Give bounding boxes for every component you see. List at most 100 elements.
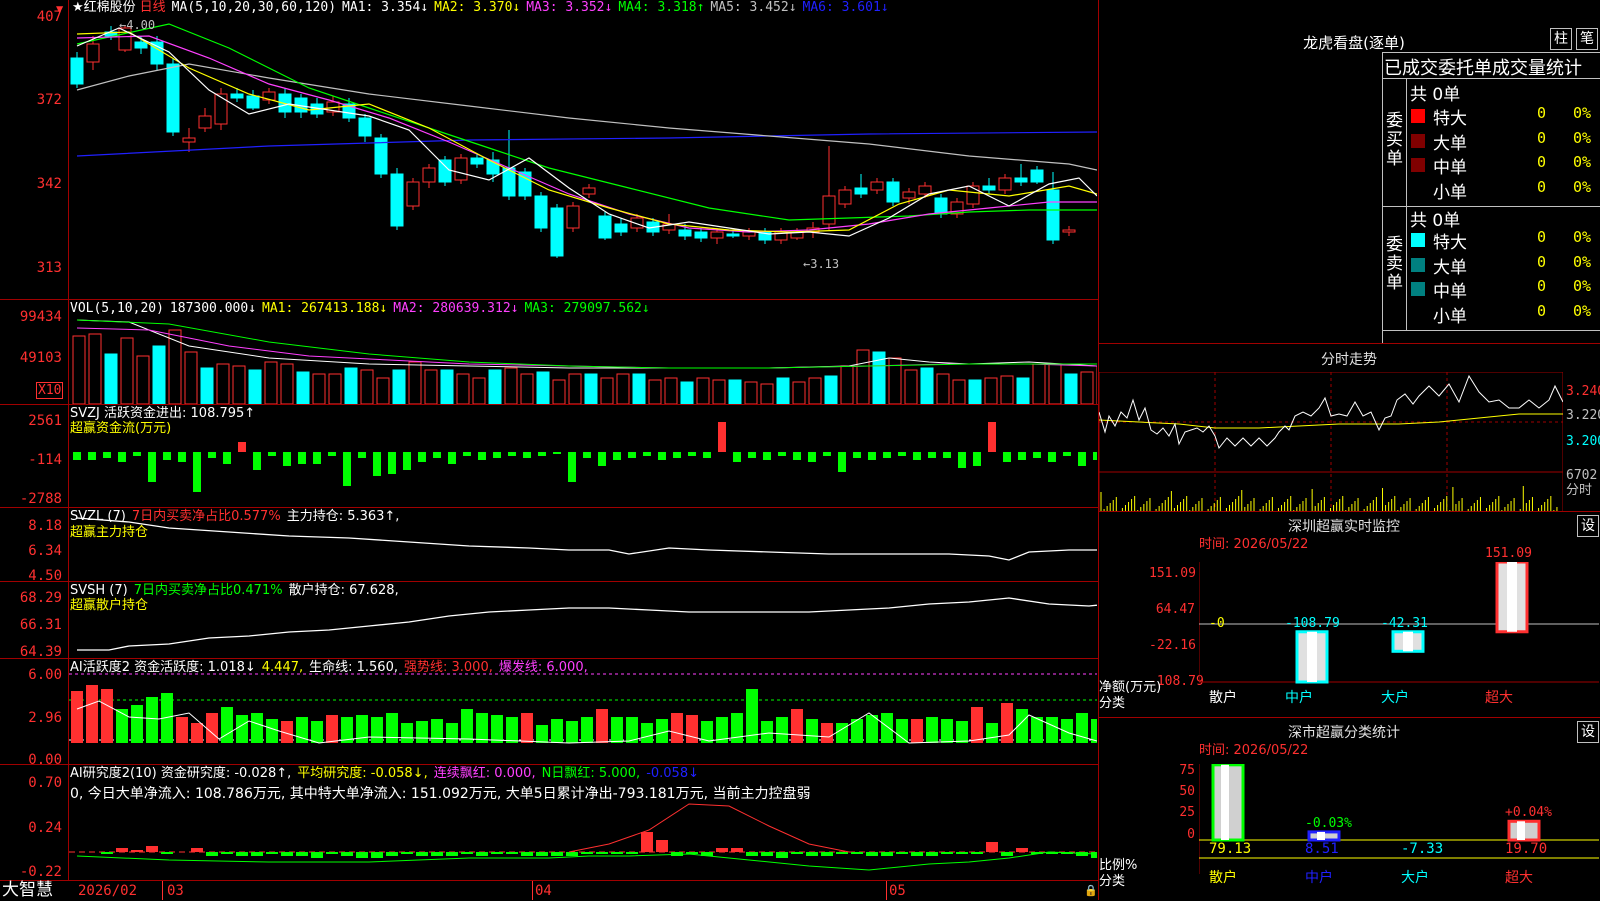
flow-bar bbox=[418, 452, 426, 462]
sell-row-count: 0 bbox=[1537, 277, 1547, 295]
svsh-chart[interactable] bbox=[69, 582, 1097, 658]
activity-bar bbox=[311, 721, 323, 743]
y-tick: 66.31 bbox=[19, 617, 62, 633]
research-bar bbox=[926, 852, 938, 856]
candle-body bbox=[70, 57, 84, 85]
fenshi-title: 分时走势 bbox=[1321, 352, 1377, 368]
monitor-bar-highlight bbox=[1403, 631, 1413, 652]
volume-bar bbox=[584, 373, 598, 404]
sell-row-pct: 0% bbox=[1573, 252, 1592, 271]
volume-bar bbox=[712, 379, 726, 404]
lock-icon[interactable]: 🔒 bbox=[1084, 884, 1098, 897]
volume-bar bbox=[264, 361, 278, 404]
volume-bar bbox=[456, 373, 470, 404]
volume-bar bbox=[840, 365, 854, 404]
column-mode-button[interactable]: 柱 bbox=[1550, 28, 1572, 50]
research-red-line bbox=[568, 803, 850, 853]
monitor-value-label: 151.09 bbox=[1485, 546, 1532, 561]
research-bar bbox=[581, 852, 593, 854]
volume-bar bbox=[808, 377, 822, 404]
candle-body bbox=[454, 157, 468, 181]
research-bar bbox=[221, 852, 233, 854]
activity-bar bbox=[506, 717, 518, 743]
activity-bar bbox=[1001, 703, 1013, 743]
volume-bar bbox=[488, 369, 502, 404]
y-tick: 2.96 bbox=[28, 710, 62, 726]
ai1-chart[interactable] bbox=[69, 659, 1097, 763]
activity-bar bbox=[371, 717, 383, 743]
volume-bar bbox=[216, 363, 230, 404]
research-green-line bbox=[76, 851, 1097, 871]
volume-bar bbox=[968, 379, 982, 404]
y-tick: 313 bbox=[36, 260, 62, 276]
candle-body bbox=[614, 223, 628, 233]
candle-body bbox=[726, 233, 740, 237]
flow-bar bbox=[1018, 452, 1026, 460]
vol-ma1-line bbox=[76, 319, 1097, 369]
volume-bar bbox=[408, 361, 422, 404]
buy-color-icon bbox=[1411, 109, 1425, 123]
ai2-chart[interactable] bbox=[69, 800, 1097, 880]
sell-row-count: 0 bbox=[1537, 252, 1547, 271]
research-bar bbox=[206, 852, 218, 856]
period-label[interactable]: 日线 bbox=[140, 0, 166, 15]
class-top-label: -0.03% bbox=[1305, 815, 1352, 831]
stock-title[interactable]: ★红棉股份 bbox=[72, 0, 136, 15]
svzl-chart[interactable] bbox=[69, 508, 1097, 580]
candle-body bbox=[534, 195, 548, 229]
research-bar bbox=[896, 852, 908, 854]
y-tick: 68.29 bbox=[19, 590, 62, 606]
svzj-chart[interactable] bbox=[69, 406, 1097, 506]
y-tick: 64.47 bbox=[1155, 602, 1195, 617]
activity-bar bbox=[461, 709, 473, 743]
research-bar bbox=[1091, 852, 1097, 858]
activity-bar bbox=[401, 723, 413, 743]
flow-bar bbox=[568, 452, 576, 482]
activity-bar bbox=[731, 713, 743, 743]
activity-bar bbox=[146, 697, 158, 743]
monitor-bar-highlight bbox=[1507, 562, 1517, 632]
sz-monitor-ylabel: 净额(万元) bbox=[1099, 680, 1162, 695]
lhb-vline bbox=[1406, 78, 1407, 330]
sell-row-name: 中单 bbox=[1433, 282, 1467, 302]
low-label: ←3.13 bbox=[803, 257, 839, 271]
class-top-label: +0.04% bbox=[1505, 805, 1552, 821]
fenshi-panel[interactable]: 分时走势 3.240 3.220 3.200 6702 分时 bbox=[1099, 343, 1600, 512]
y-tick: 151.09 bbox=[1149, 566, 1196, 581]
activity-bar bbox=[866, 715, 878, 743]
settings-button[interactable]: 设 bbox=[1577, 721, 1599, 743]
fenshi-chart bbox=[1099, 372, 1563, 512]
pen-mode-button[interactable]: 笔 bbox=[1576, 28, 1598, 50]
activity-bar bbox=[266, 719, 278, 743]
candle-body bbox=[678, 229, 692, 237]
candle-body bbox=[406, 181, 420, 207]
flow-bar bbox=[898, 452, 906, 456]
flow-bar bbox=[583, 452, 591, 458]
volume-bar bbox=[904, 369, 918, 404]
flow-bar bbox=[313, 452, 321, 464]
research-bar bbox=[251, 852, 263, 856]
chart-area[interactable]: ★红棉股份 日线 MA(5,10,20,30,60,120) MA1: 3.354↓ M… bbox=[0, 0, 1098, 900]
research-bar bbox=[791, 852, 803, 854]
vol-chart[interactable] bbox=[69, 318, 1097, 404]
activity-bar bbox=[941, 719, 953, 743]
volume-bar bbox=[664, 377, 678, 404]
sell-color-icon bbox=[1411, 282, 1425, 296]
flow-bar bbox=[298, 452, 306, 464]
flow-bar bbox=[433, 452, 441, 458]
volume-bar bbox=[472, 377, 486, 404]
research-bar bbox=[161, 852, 173, 854]
research-bar bbox=[281, 852, 293, 856]
activity-bar bbox=[836, 723, 848, 743]
y-tick: 0 bbox=[1187, 827, 1195, 842]
y-tick: -2788 bbox=[19, 491, 62, 507]
y-tick: 99434 bbox=[19, 309, 62, 325]
research-bar bbox=[371, 852, 383, 858]
activity-bar bbox=[176, 717, 188, 743]
volume-bar bbox=[440, 369, 454, 404]
volume-bar bbox=[856, 349, 870, 404]
settings-button[interactable]: 设 bbox=[1577, 515, 1599, 537]
kline-chart[interactable]: ←4.00 ←3.13 bbox=[69, 18, 1097, 298]
class-value-label: 79.13 bbox=[1209, 841, 1252, 857]
activity-bar bbox=[581, 717, 593, 743]
